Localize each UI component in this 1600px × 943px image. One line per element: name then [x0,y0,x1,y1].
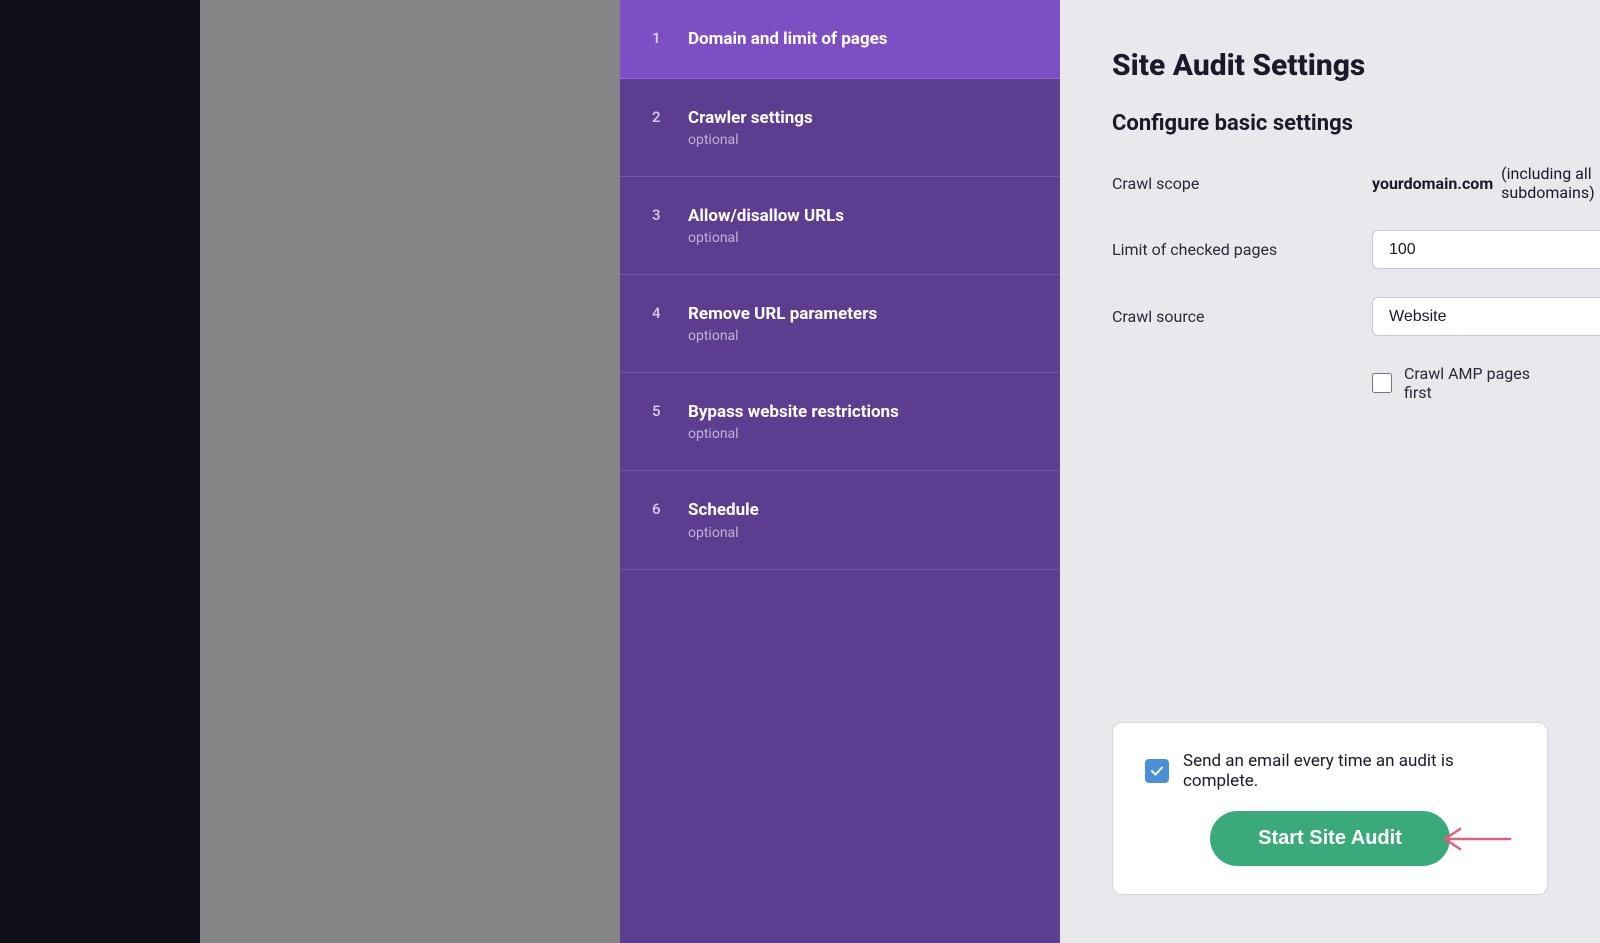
amp-checkbox[interactable] [1372,373,1392,393]
modal: 1 Domain and limit of pages 2 Crawler se… [620,0,1600,943]
step-5-content: Bypass website restrictions optional [688,401,899,442]
step-2-title: Crawler settings [688,107,813,129]
limit-row: Limit of checked pages 100 500 1000 5000… [1112,230,1548,269]
crawl-scope-label: Crawl scope [1112,174,1372,193]
step-4[interactable]: 4 Remove URL parameters optional [620,275,1060,373]
step-1-title: Domain and limit of pages [688,28,888,50]
limit-select-wrapper: 100 500 1000 5000 10000 20000 50000 ▼ [1372,230,1600,269]
crawl-source-label: Crawl source [1112,307,1372,326]
step-2[interactable]: 2 Crawler settings optional [620,79,1060,177]
step-3-title: Allow/disallow URLs [688,205,844,227]
crawl-source-row: Crawl source Website Sitemap Both: Websi… [1112,297,1548,336]
step-5-title: Bypass website restrictions [688,401,899,423]
crawl-source-select-wrapper: Website Sitemap Both: Website and Sitema… [1372,297,1600,336]
step-2-number: 2 [652,107,670,126]
step-4-content: Remove URL parameters optional [688,303,877,344]
step-1-number: 1 [652,28,670,47]
step-3[interactable]: 3 Allow/disallow URLs optional [620,177,1060,275]
step-1-content: Domain and limit of pages [688,28,888,50]
start-audit-button[interactable]: Start Site Audit [1210,811,1450,866]
step-2-subtitle: optional [688,132,813,148]
step-6[interactable]: 6 Schedule optional [620,471,1060,569]
step-3-content: Allow/disallow URLs optional [688,205,844,246]
step-3-number: 3 [652,205,670,224]
modal-title: Site Audit Settings [1112,48,1548,83]
bottom-card: Send an email every time an audit is com… [1112,722,1548,895]
step-1[interactable]: 1 Domain and limit of pages [620,0,1060,79]
email-text: Send an email every time an audit is com… [1183,751,1515,791]
modal-overlay: 1 Domain and limit of pages 2 Crawler se… [0,0,1600,943]
crawl-scope-value: yourdomain.com (including all subdomains… [1372,164,1600,202]
step-4-number: 4 [652,303,670,322]
arrow-indicator [1425,819,1525,859]
step-5[interactable]: 5 Bypass website restrictions optional [620,373,1060,471]
step-6-title: Schedule [688,499,759,521]
step-2-content: Crawler settings optional [688,107,813,148]
step-6-number: 6 [652,499,670,518]
email-row: Send an email every time an audit is com… [1145,751,1515,791]
steps-sidebar: 1 Domain and limit of pages 2 Crawler se… [620,0,1060,943]
amp-checkbox-row: Crawl AMP pages first [1372,364,1548,402]
step-5-number: 5 [652,401,670,420]
section-title: Configure basic settings [1112,111,1548,136]
crawl-scope-row: Crawl scope yourdomain.com (including al… [1112,164,1548,202]
step-3-subtitle: optional [688,230,844,246]
email-checkbox[interactable] [1145,759,1169,783]
step-5-subtitle: optional [688,426,899,442]
modal-content: Site Audit Settings Configure basic sett… [1060,0,1600,943]
amp-checkbox-label: Crawl AMP pages first [1404,364,1548,402]
step-6-content: Schedule optional [688,499,759,540]
crawl-scope-suffix: (including all subdomains) [1501,164,1595,202]
limit-select[interactable]: 100 500 1000 5000 10000 20000 50000 [1372,230,1600,269]
limit-label: Limit of checked pages [1112,240,1372,259]
step-4-subtitle: optional [688,328,877,344]
crawl-source-select[interactable]: Website Sitemap Both: Website and Sitema… [1372,297,1600,336]
crawl-scope-domain: yourdomain.com [1372,174,1493,193]
start-button-row: Start Site Audit [1145,811,1515,866]
step-6-subtitle: optional [688,525,759,541]
step-4-title: Remove URL parameters [688,303,877,325]
